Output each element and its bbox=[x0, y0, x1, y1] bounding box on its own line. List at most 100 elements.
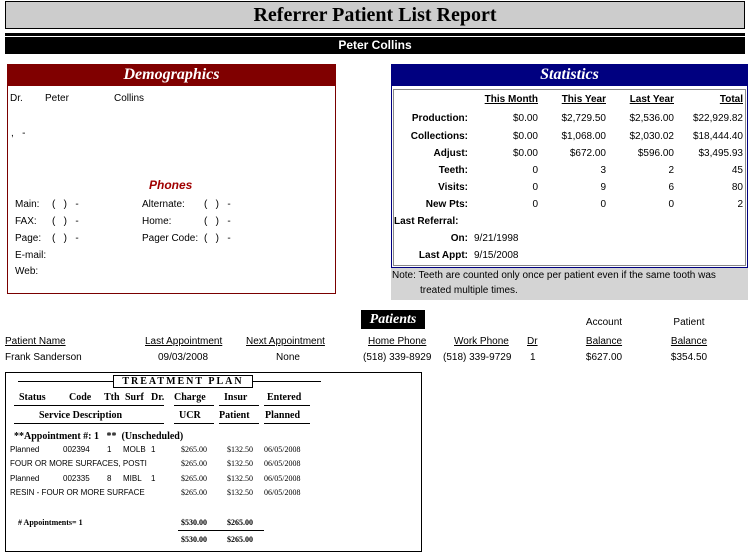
on-value: 9/21/1998 bbox=[474, 233, 519, 244]
stat-row-label: New Pts: bbox=[425, 199, 468, 210]
tp-col-insur: Insur bbox=[224, 392, 248, 403]
tp-item-dr: 1 bbox=[151, 445, 156, 454]
stat-cell: 45 bbox=[731, 165, 743, 176]
stat-cell: $0.00 bbox=[512, 148, 538, 159]
tp-col-entered: Entered bbox=[267, 392, 302, 403]
patient-account-balance: $627.00 bbox=[585, 352, 623, 363]
tp-item-dr: 1 bbox=[151, 474, 156, 483]
tp-underline bbox=[14, 405, 164, 406]
stat-cell: $2,030.02 bbox=[629, 131, 675, 142]
stat-cell: 0 bbox=[532, 182, 538, 193]
tp-item-entered: 06/05/2008 bbox=[264, 445, 301, 454]
patient-name: Frank Sanderson bbox=[5, 352, 82, 363]
tp-underline bbox=[264, 405, 310, 406]
note-line-2: treated multiple times. bbox=[420, 285, 518, 296]
stat-cell: 9 bbox=[600, 182, 606, 193]
note-line-1: Note: Teeth are counted only once per pa… bbox=[392, 270, 716, 281]
tp-item-code: 002335 bbox=[63, 474, 90, 483]
tp-appointment-heading: **Appointment #: 1 ** (Unscheduled) bbox=[14, 431, 184, 442]
patient-patient-balance: $354.50 bbox=[670, 352, 708, 363]
referrer-address: , - bbox=[11, 128, 26, 139]
tp-underline bbox=[174, 405, 214, 406]
tp-total-line bbox=[178, 530, 264, 531]
tp-item-planned: 06/05/2008 bbox=[264, 459, 301, 468]
stat-cell: 0 bbox=[532, 165, 538, 176]
stat-cell: $22,929.82 bbox=[692, 113, 743, 124]
tp-appointments-count: # Appointments= 1 bbox=[18, 518, 83, 527]
main-phone-label: Main: bbox=[15, 199, 40, 210]
stat-cell: $0.00 bbox=[512, 131, 538, 142]
tp-underline bbox=[264, 423, 310, 424]
tp-total-insur: $265.00 bbox=[227, 535, 253, 544]
tp-subtotal-charge: $530.00 bbox=[181, 518, 207, 527]
referrer-title: Dr. bbox=[10, 93, 23, 104]
web-label: Web: bbox=[15, 266, 39, 277]
stat-col-this-year: This Year bbox=[561, 94, 606, 105]
stat-cell: 0 bbox=[532, 199, 538, 210]
tp-col-status: Status bbox=[19, 392, 46, 403]
tp-total-charge: $530.00 bbox=[181, 535, 207, 544]
stat-cell: $2,536.00 bbox=[629, 113, 675, 124]
stat-row-label: Production: bbox=[411, 113, 468, 124]
referrer-name-bar: Peter Collins bbox=[5, 37, 745, 54]
tp-subtotal-insur: $265.00 bbox=[227, 518, 253, 527]
tp-item-surf: MIBL bbox=[123, 474, 142, 483]
alternate-phone-value: ( ) - bbox=[204, 199, 231, 210]
tp-item-planned: 06/05/2008 bbox=[264, 488, 301, 497]
demographics-heading: Demographics bbox=[7, 64, 336, 86]
page-label: Page: bbox=[15, 233, 42, 244]
referrer-last-name: Collins bbox=[114, 93, 145, 104]
statistics-note: Note: Teeth are counted only once per pa… bbox=[391, 268, 748, 300]
tp-underline bbox=[219, 423, 259, 424]
col-next-appointment: Next Appointment bbox=[246, 336, 325, 347]
stat-cell: $3,495.93 bbox=[698, 148, 744, 159]
tp-item-charge: $265.00 bbox=[181, 445, 207, 454]
tp-col-surf: Surf bbox=[125, 392, 144, 403]
tp-item-ucr: $265.00 bbox=[181, 459, 207, 468]
tp-underline bbox=[174, 423, 214, 424]
last-appt-value: 9/15/2008 bbox=[474, 250, 519, 261]
fax-value: ( ) - bbox=[52, 216, 79, 227]
col-home-phone: Home Phone bbox=[368, 336, 427, 347]
stat-row-label: Adjust: bbox=[433, 148, 468, 159]
stat-cell: $596.00 bbox=[637, 148, 674, 159]
stat-cell: 3 bbox=[600, 165, 606, 176]
tp-item-insur: $132.50 bbox=[227, 474, 253, 483]
tp-item-patient: $132.50 bbox=[227, 488, 253, 497]
patient-dr: 1 bbox=[530, 352, 536, 363]
statistics-heading: Statistics bbox=[391, 64, 748, 86]
col-last-appointment: Last Appointment bbox=[145, 336, 223, 347]
stat-row-label: Visits: bbox=[438, 182, 468, 193]
stat-cell: 80 bbox=[731, 182, 743, 193]
stat-cell: $0.00 bbox=[512, 113, 538, 124]
tp-item-ucr: $265.00 bbox=[181, 488, 207, 497]
account-balance-label: Account bbox=[585, 317, 623, 328]
tp-item-status: Planned bbox=[10, 474, 40, 483]
stat-cell: 0 bbox=[600, 199, 606, 210]
alternate-phone-label: Alternate: bbox=[142, 199, 185, 210]
col-work-phone: Work Phone bbox=[454, 336, 509, 347]
pager-code-label: Pager Code: bbox=[142, 233, 199, 244]
stat-cell: $2,729.50 bbox=[561, 113, 607, 124]
tp-col-ucr: UCR bbox=[179, 410, 201, 421]
tp-item-status: Planned bbox=[10, 445, 40, 454]
stat-cell: 2 bbox=[737, 199, 743, 210]
fax-label: FAX: bbox=[15, 216, 37, 227]
tp-item-surf: MOLB bbox=[123, 445, 146, 454]
stat-col-total: Total bbox=[719, 94, 743, 105]
stat-cell: 6 bbox=[668, 182, 674, 193]
divider bbox=[5, 33, 745, 36]
patient-balance-label: Patient bbox=[673, 317, 705, 328]
tp-underline bbox=[14, 423, 164, 424]
patient-next-appt: None bbox=[276, 352, 300, 363]
col-patient-name: Patient Name bbox=[5, 336, 66, 347]
referrer-first-name: Peter bbox=[45, 93, 69, 104]
patient-last-appt: 09/03/2008 bbox=[157, 352, 209, 363]
phones-heading: Phones bbox=[149, 178, 193, 192]
stat-row-label: Teeth: bbox=[438, 165, 468, 176]
tp-item-charge: $265.00 bbox=[181, 474, 207, 483]
stat-col-last-year: Last Year bbox=[629, 94, 674, 105]
last-appt-label: Last Appt: bbox=[418, 250, 468, 261]
stat-cell: 0 bbox=[668, 199, 674, 210]
tp-item-tooth: 8 bbox=[107, 474, 112, 483]
